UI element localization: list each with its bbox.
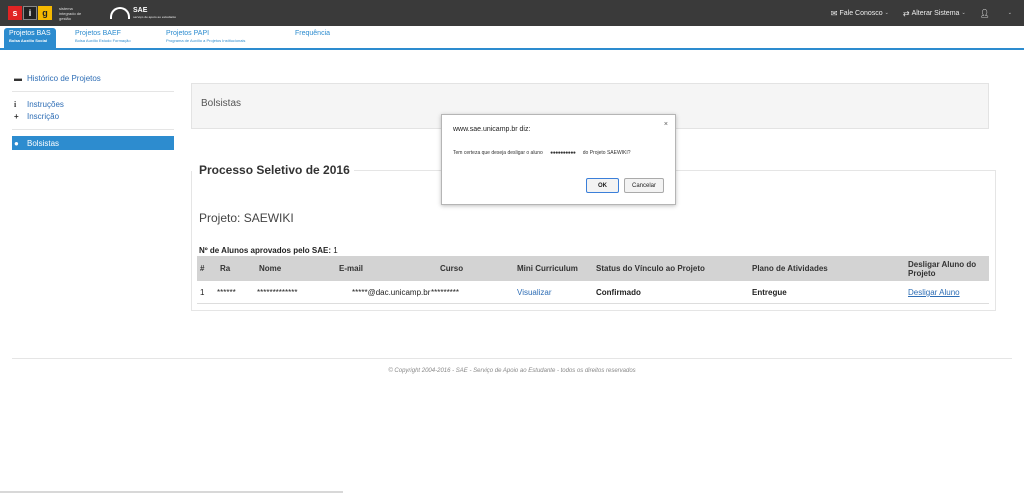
table-row: 1 ****** ************* *****@dac.unicamp… — [197, 281, 989, 304]
column-header: Plano de Atividades — [752, 264, 828, 273]
sidebar-divider — [12, 91, 174, 92]
swap-arrows-icon: ⇄ — [902, 8, 910, 18]
sidebar-item-label: Instruções — [27, 99, 64, 109]
sae-logo-subtitle: serviço de apoio ao estudante — [133, 15, 177, 19]
system-tabs: Projetos BAS Bolsa Auxílio Social Projet… — [0, 26, 1024, 50]
close-icon[interactable]: × — [664, 121, 668, 128]
column-header: Desligar Aluno do Projeto — [908, 259, 977, 278]
sidebar-item-label: Histórico de Projetos — [27, 73, 101, 83]
sidebar-item-historico[interactable]: ▬ Histórico de Projetos — [12, 72, 174, 84]
dialog-host: www.sae.unicamp.br diz: — [453, 126, 531, 133]
footer-copyright: © Copyright 2004-2016 - SAE - Serviço de… — [388, 368, 636, 374]
aprovados-value: 1 — [333, 246, 338, 255]
sidebar-item-inscricao[interactable]: + Inscrição — [12, 110, 174, 122]
logo-letter-g: g — [38, 6, 52, 20]
sidebar-item-bolsistas[interactable]: ● Bolsistas — [12, 136, 174, 150]
column-header: Nome — [259, 264, 282, 273]
sae-logo-label: SAE — [133, 7, 148, 14]
sidebar-item-instrucoes[interactable]: i Instruções — [12, 98, 174, 110]
sidebar-divider — [12, 129, 174, 130]
user-icon: 👤︎ — [979, 8, 990, 18]
plus-icon: + — [14, 111, 19, 121]
tab-title: Frequência — [295, 30, 331, 37]
sidebar-item-label: Inscrição — [27, 111, 60, 121]
dialog-message-pre: Tem certeza que deseja desligar o aluno — [453, 150, 543, 156]
page-title: Bolsistas — [201, 98, 242, 109]
cell-curso: ********* — [431, 288, 460, 297]
logo-letter-i: i — [23, 6, 37, 20]
sae-arc-icon — [110, 7, 130, 19]
tab-subtitle: Programa de Auxílio a Projetos Instituci… — [166, 38, 246, 43]
chevron-down-icon: ⌄ — [1007, 10, 1012, 16]
projeto-name: Projeto: SAEWIKI — [199, 211, 294, 225]
sidebar-item-label: Bolsistas — [27, 138, 60, 148]
cell-nome: ************* — [257, 288, 298, 297]
cell-email: *****@dac.unicamp.br — [352, 288, 431, 297]
tab-title: Projetos BAS — [9, 30, 51, 37]
desligar-aluno-link[interactable]: Desligar Aluno — [908, 281, 960, 304]
table-header: # Ra Nome E-mail Curso Mini Curriculum S… — [197, 256, 989, 281]
user-menu[interactable]: 👤︎ — [980, 9, 992, 18]
tab-projetos-papi[interactable]: Projetos PAPI Programa de Auxílio a Proj… — [161, 28, 250, 50]
tab-title: Projetos BAEF — [75, 30, 121, 37]
sae-logo-text: SAE serviço de apoio ao estudante — [133, 7, 176, 19]
dialog-message: Tem certeza que deseja desligar o aluno … — [453, 149, 653, 157]
cell-ra: ****** — [217, 288, 236, 297]
column-header: Mini Curriculum — [517, 264, 578, 273]
sig-logo[interactable]: s i g sistema integrado de gestão — [8, 4, 89, 22]
column-header: # — [200, 264, 205, 273]
tab-frequencia[interactable]: Frequência — [290, 28, 335, 50]
cancel-button[interactable]: Cancelar — [624, 178, 664, 193]
dialog-message-post: do Projeto SAEWIKI? — [582, 150, 631, 156]
cell-plano: Entregue — [752, 288, 787, 297]
chevron-down-icon: ⌄ — [884, 10, 889, 16]
tab-title: Projetos PAPI — [166, 30, 210, 37]
cell-num: 1 — [200, 288, 205, 297]
logo-caption: sistema integrado de gestão — [59, 5, 82, 21]
panel-title: Processo Seletivo de 2016 — [199, 163, 354, 177]
tab-subtitle: Bolsa Auxílio Social — [9, 38, 48, 43]
aprovados-label: Nº de Alunos aprovados pelo SAE: — [199, 246, 331, 255]
dialog-student-name: ●●●●●●●●●● — [550, 150, 576, 156]
info-icon: i — [14, 99, 17, 109]
aprovados-count: Nº de Alunos aprovados pelo SAE: 1 — [199, 246, 338, 255]
fale-conosco-label: Fale Conosco — [839, 9, 883, 17]
column-header: Status do Vínculo ao Projeto — [596, 264, 705, 273]
archive-icon: ▬ — [14, 73, 22, 83]
top-navbar: s i g sistema integrado de gestão SAE se… — [0, 0, 1024, 26]
footer-divider — [12, 358, 1012, 359]
column-header: Curso — [440, 264, 464, 273]
cell-status: Confirmado — [596, 288, 641, 297]
sidebar: ▬ Histórico de Projetos i Instruções + I… — [12, 72, 174, 150]
top-right-menu: ✉ Fale Conosco ⌄ ⇄ Alterar Sistema ⌄ 👤︎ … — [831, 0, 1024, 26]
chevron-down-icon: ⌄ — [961, 10, 966, 16]
column-header: Ra — [220, 264, 231, 273]
fale-conosco-menu[interactable]: ✉ Fale Conosco ⌄ — [831, 9, 889, 18]
logo-letter-s: s — [8, 6, 22, 20]
alterar-sistema-label: Alterar Sistema — [911, 9, 960, 17]
confirm-dialog: www.sae.unicamp.br diz: × Tem certeza qu… — [441, 114, 676, 205]
more-menu[interactable]: ⌄ — [1006, 10, 1012, 16]
tab-subtitle: Bolsa Auxílio Estudo Formação — [75, 38, 131, 43]
tab-projetos-bas[interactable]: Projetos BAS Bolsa Auxílio Social — [4, 28, 56, 50]
visualizar-link[interactable]: Visualizar — [517, 281, 552, 304]
ok-button[interactable]: OK — [586, 178, 619, 193]
tab-projetos-baef[interactable]: Projetos BAEF Bolsa Auxílio Estudo Forma… — [70, 28, 136, 50]
alterar-sistema-menu[interactable]: ⇄ Alterar Sistema ⌄ — [903, 9, 966, 18]
envelope-icon: ✉ — [830, 8, 838, 18]
user-icon: ● — [14, 138, 19, 148]
column-header: E-mail — [339, 264, 364, 273]
sae-logo[interactable]: SAE serviço de apoio ao estudante — [110, 4, 176, 22]
